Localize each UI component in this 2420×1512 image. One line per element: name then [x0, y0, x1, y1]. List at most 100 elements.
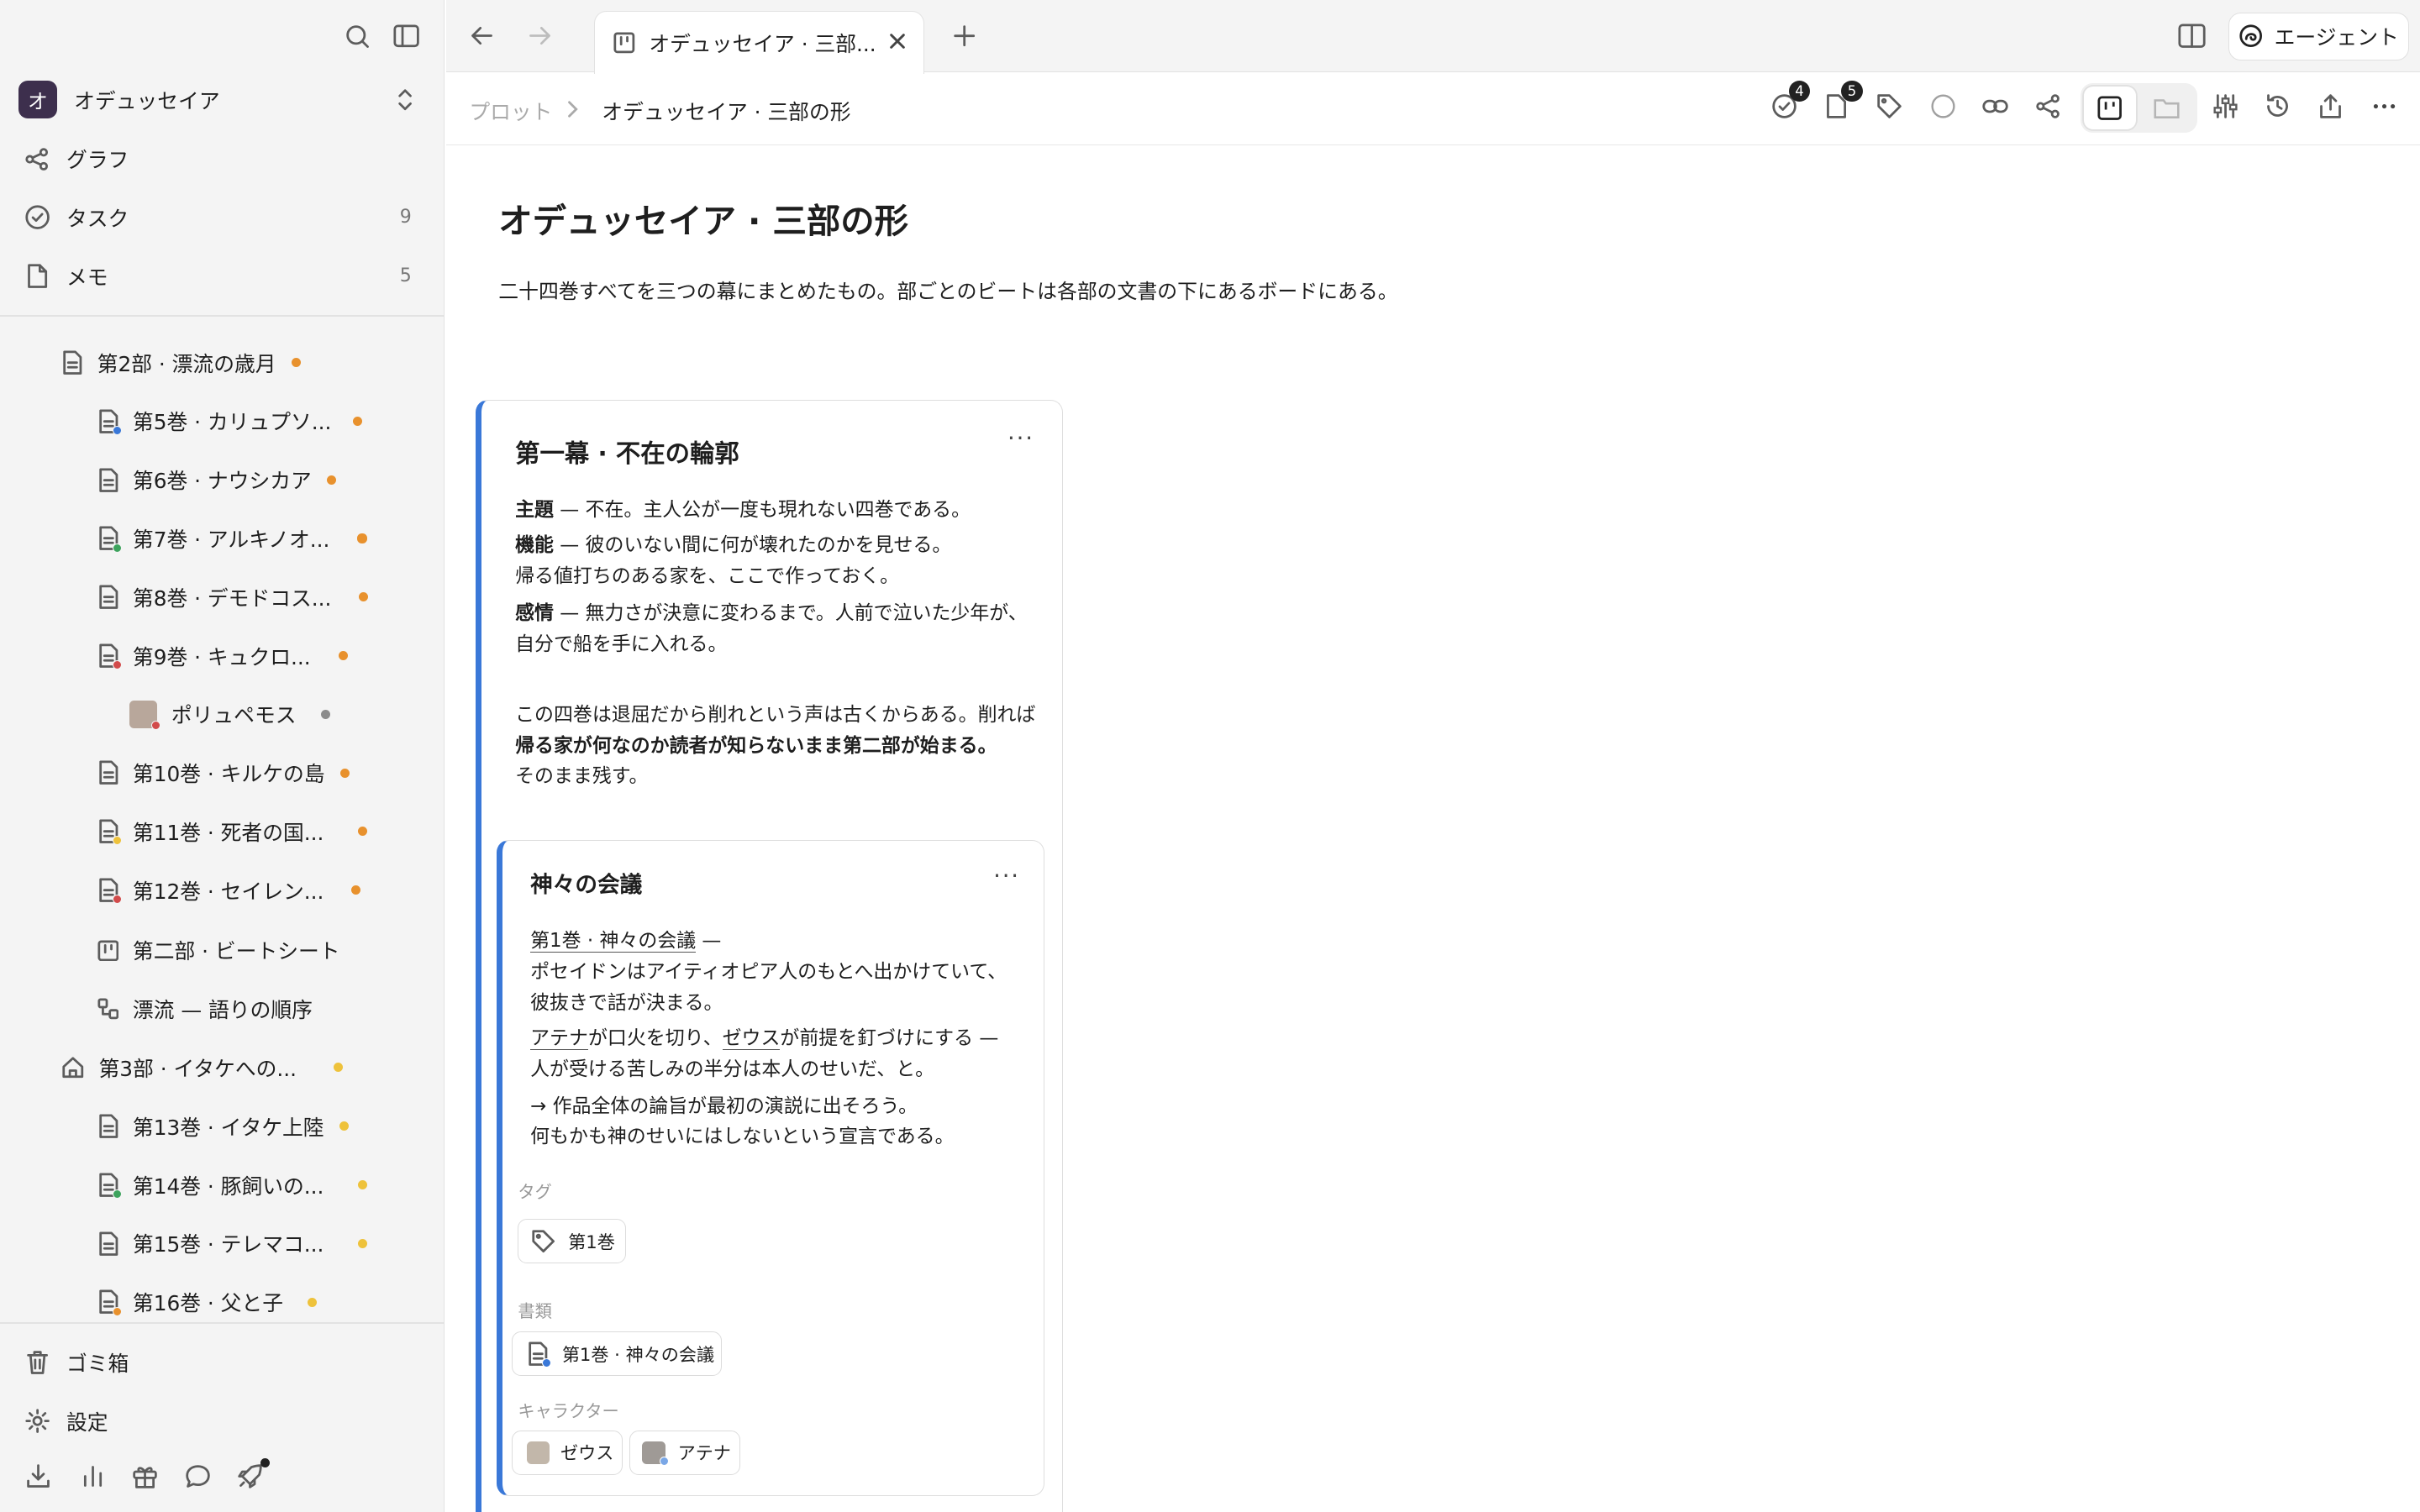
back-arrow-icon[interactable]: [468, 22, 496, 50]
sidebar-toggle-icon[interactable]: [393, 24, 420, 48]
beat-card[interactable]: 神々の会議 ··· 第1巻 · 神々の会議 — ポセイドンはアイティオピア人のも…: [497, 840, 1045, 1496]
tree-item[interactable]: 第6巻 · ナウシカア: [97, 463, 337, 496]
gear-icon: [25, 1409, 50, 1433]
tree-item[interactable]: 第14巻 · 豚飼いの...: [97, 1168, 367, 1201]
home-icon: [62, 1057, 84, 1079]
status-dot: [357, 1180, 367, 1190]
forward-arrow-icon[interactable]: [526, 22, 554, 50]
beat-text: 第1巻 · 神々の会議 — ポセイドンはアイティオピア人のもとへ出かけていて、彼…: [530, 930, 1007, 1014]
chart-icon[interactable]: [79, 1462, 107, 1490]
character-link-zeus[interactable]: ゼウス: [722, 1026, 781, 1050]
character-avatar: [129, 700, 160, 730]
act-card-title: 第一幕 · 不在の輪郭: [515, 439, 739, 469]
act-card-more-button[interactable]: ···: [1007, 425, 1034, 452]
document-icon: [97, 409, 123, 435]
nav-notes[interactable]: メモ 5: [24, 260, 412, 293]
character-link-athena[interactable]: アテナ: [530, 1026, 588, 1050]
status-dot: [327, 475, 337, 485]
beat-card-more-button[interactable]: ···: [993, 863, 1020, 890]
tag-section-label: タグ: [518, 1182, 552, 1203]
nav-tasks[interactable]: タスク 9: [24, 201, 412, 234]
tab-active[interactable]: オデュッセイア · 三部...: [594, 10, 925, 75]
workspace-name[interactable]: オデュッセイア: [74, 85, 219, 115]
character-chip-athena[interactable]: アテナ: [629, 1430, 740, 1476]
nav-notes-count: 5: [399, 265, 412, 287]
tree-item[interactable]: 第12巻 · セイレン...: [97, 874, 361, 907]
close-icon[interactable]: [888, 32, 907, 50]
tree-item[interactable]: 第9巻 · キュクロ...: [97, 638, 348, 672]
tree-item[interactable]: 第7巻 · アルキノオ...: [97, 522, 367, 555]
tab-title: オデュッセイア · 三部...: [649, 31, 876, 56]
act-card: 第一幕 · 不在の輪郭 ··· 主題 — 不在。主人公が一度も現れない四巻である…: [475, 399, 1064, 1512]
status-dot: [359, 592, 369, 602]
document-icon: [97, 1114, 119, 1139]
tag-chip[interactable]: 第1巻: [518, 1219, 626, 1264]
doc-chip[interactable]: 第1巻 · 神々の会議: [512, 1331, 722, 1377]
character-chip-zeus[interactable]: ゼウス: [512, 1430, 623, 1476]
rocket-button[interactable]: [236, 1457, 271, 1494]
tree-item[interactable]: 第11巻 · 死者の国...: [97, 815, 367, 848]
workspace-avatar[interactable]: オ: [18, 80, 57, 119]
gift-icon[interactable]: [131, 1462, 159, 1490]
tree-item[interactable]: ポリュペモス: [129, 697, 330, 731]
tree-item[interactable]: 第3部 · イタケへの...: [61, 1051, 344, 1084]
tasks-button[interactable]: 4: [1770, 80, 1811, 120]
tree-item[interactable]: 第10巻 · キルケの島: [97, 756, 350, 790]
graph-icon[interactable]: [2034, 92, 2062, 120]
tree-item[interactable]: 第二部 · ビートシート: [97, 933, 340, 967]
act-theme: 主題 — 不在。主人公が一度も現れない四巻である。: [515, 498, 971, 521]
tree-item[interactable]: 第13巻 · イタケ上陸: [97, 1110, 349, 1143]
tree-item[interactable]: 第8巻 · デモドコス...: [97, 580, 369, 614]
new-tab-icon[interactable]: [952, 24, 976, 48]
share-icon[interactable]: [2317, 92, 2344, 120]
board-view-button[interactable]: [2083, 86, 2136, 130]
tag-icon: [532, 1230, 555, 1253]
breadcrumb-parent[interactable]: プロット: [469, 96, 552, 126]
status-circle-icon[interactable]: [1929, 92, 1957, 120]
tree-item[interactable]: 第2部 · 漂流の歳月: [61, 345, 301, 379]
tree-item[interactable]: 第5巻 · カリュプソ...: [97, 404, 363, 438]
tree-item[interactable]: 第15巻 · テレマコ...: [97, 1226, 367, 1260]
tag-icon[interactable]: [1876, 92, 1903, 120]
board-icon: [97, 940, 118, 961]
chat-icon[interactable]: [184, 1462, 212, 1490]
link-icon[interactable]: [1981, 92, 2009, 120]
flow-icon: [97, 998, 118, 1020]
tab-bar: オデュッセイア · 三部... エージェント: [445, 0, 2420, 75]
doc-link[interactable]: 第1巻 · 神々の会議: [530, 930, 697, 953]
search-icon[interactable]: [345, 24, 371, 50]
history-icon[interactable]: [2264, 92, 2291, 120]
download-icon[interactable]: [24, 1462, 52, 1490]
split-view-icon[interactable]: [2178, 24, 2206, 48]
status-dot: [353, 416, 363, 426]
chevron-updown-icon[interactable]: [397, 88, 413, 112]
tasks-count-badge: 4: [1788, 80, 1811, 102]
agent-button[interactable]: エージェント: [2228, 12, 2410, 60]
page-title: オデュッセイア · 三部の形: [498, 200, 909, 241]
avatar: [642, 1441, 669, 1466]
nav-graph-label: グラフ: [66, 148, 129, 173]
act-emotion: 感情 — 無力さが決意に変わるまで。人前で泣いた少年が、 自分で船を手に入れる。: [515, 601, 1028, 655]
document-icon: [527, 1341, 551, 1368]
folder-icon[interactable]: [2153, 96, 2181, 120]
notes-button[interactable]: 5: [1823, 80, 1863, 120]
toolbar: プロット オデュッセイア · 三部の形 4 5: [445, 74, 2420, 145]
status-dot: [308, 1297, 318, 1307]
check-circle-icon: [25, 205, 50, 230]
status-dot: [357, 1238, 367, 1248]
breadcrumb-current: オデュッセイア · 三部の形: [602, 99, 851, 124]
sidebar: オ オデュッセイア グラフ タスク 9 メモ 5 第2部 · 漂流の歳月 第5巻…: [0, 0, 445, 1512]
nav-graph[interactable]: グラフ: [24, 142, 129, 176]
status-dot: [338, 651, 348, 661]
sliders-icon[interactable]: [2212, 92, 2239, 120]
status-dot: [339, 1121, 349, 1131]
more-icon[interactable]: [2370, 92, 2398, 120]
document-icon: [97, 467, 119, 492]
act-note: この四巻は退屈だから削れという声は古くからある。削れば 帰る家が何なのか読者が知ら…: [515, 704, 1036, 788]
tree-item[interactable]: 第16巻 · 父と子: [97, 1285, 318, 1319]
nav-trash[interactable]: ゴミ箱: [24, 1346, 129, 1379]
document-icon: [97, 643, 123, 670]
nav-settings[interactable]: 設定: [24, 1404, 108, 1437]
document-icon: [97, 585, 119, 610]
tree-item[interactable]: 漂流 — 語りの順序: [97, 992, 313, 1026]
